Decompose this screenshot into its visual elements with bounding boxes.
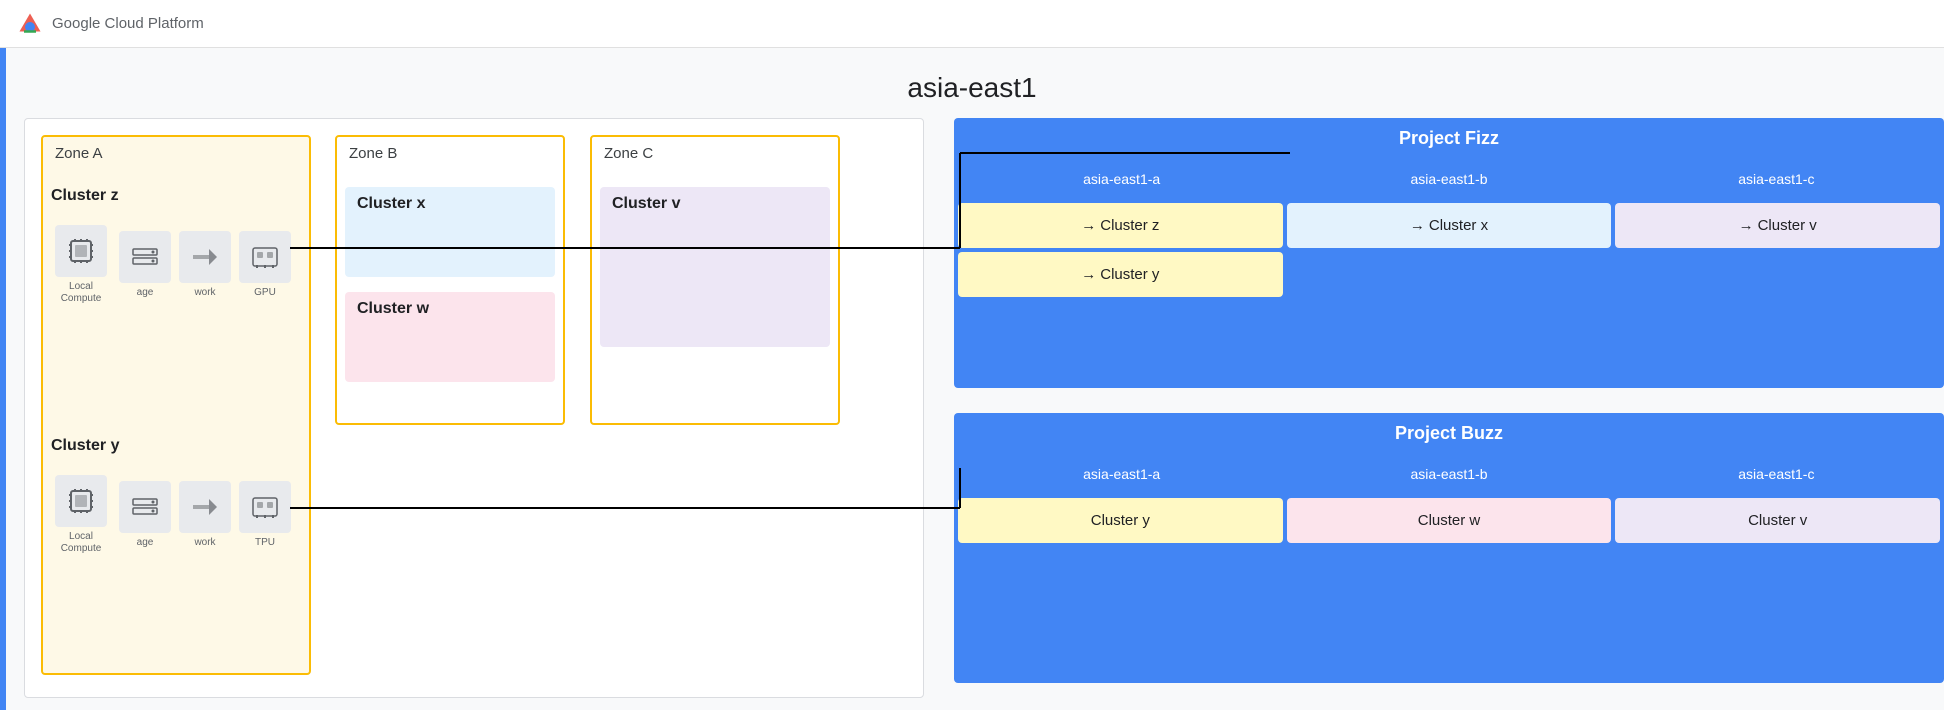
buzz-row-1: Cluster y Cluster w Cluster v <box>958 498 1940 543</box>
fizz-col-a: asia-east1-a <box>958 159 1285 199</box>
fizz-cluster-x: →Cluster x <box>1287 203 1612 248</box>
buzz-col-b: asia-east1-b <box>1285 454 1612 494</box>
cluster-v: Cluster v <box>600 187 830 347</box>
zone-b-label: Zone B <box>337 137 563 170</box>
icon-local-compute: Local Compute <box>51 225 111 305</box>
cluster-y: Cluster y <box>51 437 301 657</box>
fizz-cluster-y: →Cluster y <box>958 252 1283 297</box>
cluster-z-label: Cluster z <box>51 187 301 205</box>
fizz-column-headers: asia-east1-a asia-east1-b asia-east1-c <box>958 159 1940 199</box>
fizz-row-1: →Cluster z →Cluster x →Cluster v <box>958 203 1940 248</box>
icon-storage-y: age <box>119 481 171 549</box>
storage-label-z: age <box>137 287 154 299</box>
icon-tpu: TPU <box>239 481 291 549</box>
gcp-logo: Google Cloud Platform <box>16 10 204 38</box>
cluster-x: Cluster x <box>345 187 555 277</box>
buzz-col-a: asia-east1-a <box>958 454 1285 494</box>
fizz-empty-b <box>1287 252 1612 297</box>
fizz-col-b: asia-east1-b <box>1285 159 1612 199</box>
fizz-cluster-v: →Cluster v <box>1615 203 1940 248</box>
gpu-icon <box>239 231 291 283</box>
network-icon-y <box>179 481 231 533</box>
icon-network: work <box>179 231 231 299</box>
fizz-row-2: →Cluster y <box>958 252 1940 297</box>
projects-panel: Project Fizz asia-east1-a asia-east1-b a… <box>954 118 1944 698</box>
icon-storage: age <box>119 231 171 299</box>
cluster-w: Cluster w <box>345 292 555 382</box>
network-label-z: work <box>194 287 215 299</box>
gpu-label: GPU <box>254 287 276 299</box>
cpu-icon-y <box>55 475 107 527</box>
page-title: asia-east1 <box>907 72 1036 104</box>
project-fizz: Project Fizz asia-east1-a asia-east1-b a… <box>954 118 1944 388</box>
zones-panel: Zone A Cluster z <box>24 118 924 698</box>
icon-network-y: work <box>179 481 231 549</box>
cluster-z-icons: Local Compute age <box>51 217 301 313</box>
zone-b: Zone B Cluster x Cluster w <box>335 135 565 425</box>
main-content: asia-east1 Zone A Cluster z <box>0 48 1944 710</box>
icon-gpu: GPU <box>239 231 291 299</box>
arrow-left-z: → <box>1081 217 1096 234</box>
arrow-left-v: → <box>1739 217 1754 234</box>
storage-label-y: age <box>137 537 154 549</box>
gcp-logo-icon <box>16 10 44 38</box>
zone-a-label: Zone A <box>43 137 309 170</box>
arrow-left-y: → <box>1081 266 1096 283</box>
cluster-y-label: Cluster y <box>51 437 301 455</box>
icon-local-compute-y: Local Compute <box>51 475 111 555</box>
buzz-cluster-y: Cluster y <box>958 498 1283 543</box>
storage-icon-y <box>119 481 171 533</box>
storage-icon <box>119 231 171 283</box>
top-bar: Google Cloud Platform <box>0 0 1944 48</box>
buzz-col-c: asia-east1-c <box>1613 454 1940 494</box>
cluster-v-label: Cluster v <box>612 195 818 213</box>
gcp-logo-text: Google Cloud Platform <box>52 15 204 32</box>
project-fizz-title: Project Fizz <box>954 118 1944 159</box>
project-buzz-title: Project Buzz <box>954 413 1944 454</box>
network-icon <box>179 231 231 283</box>
arrow-left-x: → <box>1410 217 1425 234</box>
fizz-empty-c <box>1615 252 1940 297</box>
tpu-icon <box>239 481 291 533</box>
buzz-cluster-v: Cluster v <box>1615 498 1940 543</box>
fizz-cluster-z: →Cluster z <box>958 203 1283 248</box>
zone-c-label: Zone C <box>592 137 838 170</box>
cluster-z: Cluster z <box>51 187 301 407</box>
fizz-col-c: asia-east1-c <box>1613 159 1940 199</box>
network-label-y: work <box>194 537 215 549</box>
left-accent <box>0 48 6 710</box>
cluster-y-icons: Local Compute age <box>51 467 301 563</box>
local-compute-label: Local Compute <box>51 281 111 305</box>
cluster-x-label: Cluster x <box>357 195 543 213</box>
cluster-w-label: Cluster w <box>357 300 543 318</box>
buzz-cluster-w: Cluster w <box>1287 498 1612 543</box>
project-buzz: Project Buzz asia-east1-a asia-east1-b a… <box>954 413 1944 683</box>
local-compute-label-y: Local Compute <box>51 531 111 555</box>
zone-c: Zone C Cluster v <box>590 135 840 425</box>
zone-a: Zone A Cluster z <box>41 135 311 675</box>
buzz-column-headers: asia-east1-a asia-east1-b asia-east1-c <box>958 454 1940 494</box>
cpu-icon <box>55 225 107 277</box>
tpu-label: TPU <box>255 537 275 549</box>
